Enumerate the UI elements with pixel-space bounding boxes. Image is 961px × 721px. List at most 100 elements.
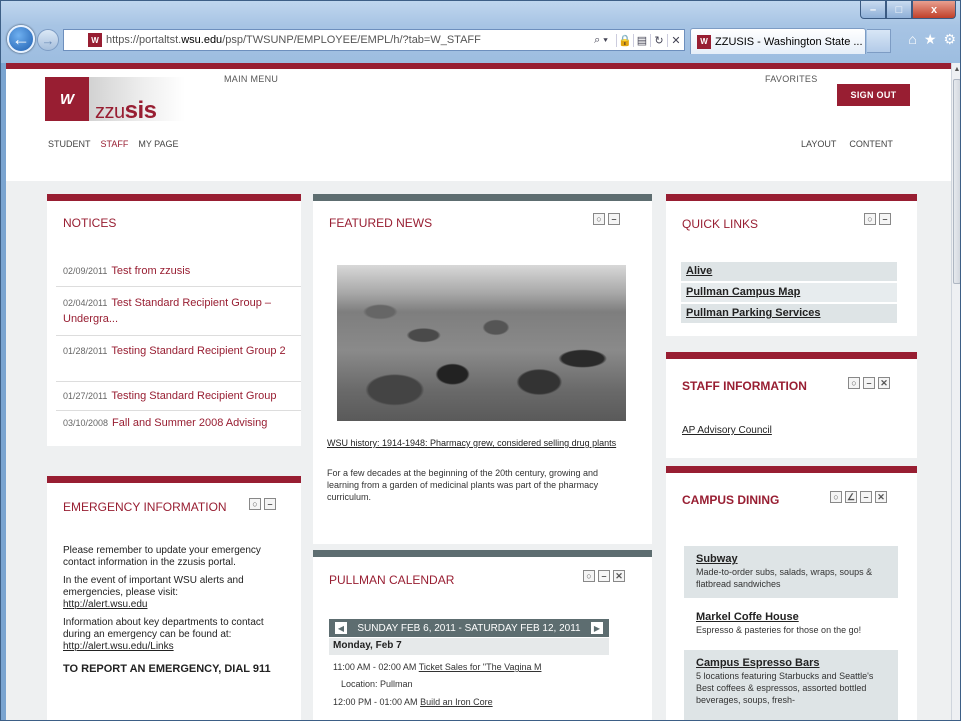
minimize-icon[interactable]: – bbox=[879, 213, 891, 225]
cougar-logo-icon: W bbox=[45, 77, 89, 121]
scroll-up-icon[interactable]: ▲ bbox=[952, 63, 960, 77]
site-favicon-icon: W bbox=[88, 33, 102, 47]
refresh-icon[interactable]: ○ bbox=[583, 570, 595, 582]
calendar-title: PULLMAN CALENDAR bbox=[329, 573, 455, 587]
url-text[interactable]: https://portaltst.wsu.edu/psp/TWSUNP/EMP… bbox=[106, 34, 586, 46]
primary-nav: STUDENT STAFF MY PAGE bbox=[48, 139, 179, 149]
refresh-icon[interactable]: ○ bbox=[593, 213, 605, 225]
scroll-thumb[interactable] bbox=[953, 79, 960, 284]
minimize-button[interactable]: – bbox=[860, 1, 886, 19]
minimize-icon[interactable]: – bbox=[860, 491, 872, 503]
refresh-icon[interactable]: ○ bbox=[249, 498, 261, 510]
minimize-icon[interactable]: – bbox=[863, 377, 875, 389]
alert-links-link[interactable]: http://alert.wsu.edu/Links bbox=[63, 641, 174, 652]
search-dropdown-icon[interactable]: ⌕ ▾ bbox=[586, 34, 616, 47]
dining-item[interactable]: Campus Espresso Bars 5 locations featuri… bbox=[684, 650, 898, 720]
home-icon[interactable]: ⌂ bbox=[908, 31, 916, 48]
settings-gear-icon[interactable]: ⚙ bbox=[943, 31, 956, 48]
address-bar[interactable]: W https://portaltst.wsu.edu/psp/TWSUNP/E… bbox=[63, 29, 685, 51]
nav-my-page[interactable]: MY PAGE bbox=[138, 139, 178, 149]
browser-tab[interactable]: W ZZUSIS - Washington State ... bbox=[690, 28, 866, 54]
stop-icon[interactable]: ✕ bbox=[667, 33, 684, 47]
window-controls: – □ x bbox=[860, 1, 956, 21]
vertical-scrollbar[interactable]: ▲ bbox=[951, 63, 960, 720]
notice-date: 03/10/2008 bbox=[63, 418, 109, 428]
close-icon[interactable]: ✕ bbox=[878, 377, 890, 389]
notice-text[interactable]: Fall and Summer 2008 Advising bbox=[112, 417, 267, 429]
nav-layout[interactable]: LAYOUT bbox=[801, 139, 836, 149]
divider bbox=[56, 335, 301, 336]
quick-link-campus-map[interactable]: Pullman Campus Map bbox=[681, 283, 897, 303]
minimize-icon[interactable]: – bbox=[608, 213, 620, 225]
brand-suffix: SIS bbox=[124, 97, 157, 124]
prev-week-icon[interactable]: ◀ bbox=[335, 622, 347, 634]
forward-button[interactable]: → bbox=[37, 29, 59, 51]
header-bar bbox=[6, 63, 951, 69]
close-icon[interactable]: ✕ bbox=[613, 570, 625, 582]
pagelet-controls: ○ – ✕ bbox=[583, 570, 625, 582]
emergency-title: EMERGENCY INFORMATION bbox=[63, 500, 227, 514]
favorites-link[interactable]: FAVORITES bbox=[765, 74, 818, 84]
nav-content[interactable]: CONTENT bbox=[849, 139, 893, 149]
sign-out-button[interactable]: SIGN OUT bbox=[837, 84, 910, 106]
notices-pagelet: NOTICES 02/09/2011 Test from zzusis 02/04… bbox=[47, 194, 301, 446]
notice-date: 02/09/2011 bbox=[63, 266, 108, 276]
new-tab-button[interactable] bbox=[867, 29, 891, 53]
refresh-icon[interactable]: ○ bbox=[864, 213, 876, 225]
dining-link[interactable]: Subway bbox=[696, 552, 886, 566]
main-menu-link[interactable]: MAIN MENU bbox=[224, 74, 278, 84]
next-week-icon[interactable]: ▶ bbox=[591, 622, 603, 634]
close-icon[interactable]: ✕ bbox=[875, 491, 887, 503]
notice-item[interactable]: 01/28/2011 Testing Standard Recipient Gro… bbox=[63, 343, 301, 377]
ap-advisory-link[interactable]: AP Advisory Council bbox=[682, 425, 772, 436]
calendar-header: ◀ SUNDAY FEB 6, 2011 - SATURDAY FEB 12, … bbox=[329, 619, 609, 637]
edit-icon[interactable]: ∠ bbox=[845, 491, 857, 503]
refresh-icon[interactable]: ○ bbox=[830, 491, 842, 503]
refresh-icon[interactable]: ○ bbox=[848, 377, 860, 389]
notice-item[interactable]: 02/04/2011 Test Standard Recipient Group … bbox=[63, 295, 301, 327]
notice-item[interactable]: 01/27/2011 Testing Standard Recipient Gro… bbox=[63, 388, 301, 404]
dining-link[interactable]: Campus Espresso Bars bbox=[696, 656, 886, 670]
event-link[interactable]: Ticket Sales for "The Vagina M bbox=[419, 662, 542, 672]
lock-icon[interactable]: 🔒 bbox=[616, 33, 633, 47]
notice-text[interactable]: Testing Standard Recipient Group bbox=[111, 390, 276, 402]
campus-dining-title: CAMPUS DINING bbox=[682, 493, 780, 507]
notice-item[interactable]: 02/09/2011 Test from zzusis bbox=[63, 263, 301, 279]
site-logo[interactable]: W ZZUSIS bbox=[45, 77, 185, 124]
close-button[interactable]: x bbox=[912, 1, 956, 19]
staff-information-pagelet: STAFF INFORMATION ○ – ✕ AP Advisory Counci… bbox=[666, 352, 917, 458]
calendar-event: 11:00 AM - 02:00 AM Ticket Sales for "Th… bbox=[333, 661, 613, 673]
browser-chrome: – □ x ← → W https://portaltst.wsu.edu/ps… bbox=[1, 1, 960, 63]
notice-item[interactable]: 03/10/2008 Fall and Summer 2008 Advising bbox=[63, 415, 301, 431]
forward-arrow-icon: → bbox=[41, 32, 55, 48]
refresh-icon[interactable]: ↻ bbox=[650, 33, 667, 47]
news-headline-link[interactable]: WSU history: 1914-1948: Pharmacy grew, c… bbox=[327, 437, 637, 449]
notice-text[interactable]: Test from zzusis bbox=[111, 265, 190, 277]
pagelet-controls: ○ – bbox=[249, 498, 276, 510]
minimize-icon[interactable]: – bbox=[598, 570, 610, 582]
notice-text[interactable]: Testing Standard Recipient Group 2 bbox=[111, 345, 285, 357]
nav-staff[interactable]: STAFF bbox=[101, 139, 129, 149]
dining-link[interactable]: Markel Coffe House bbox=[696, 610, 886, 624]
favorites-star-icon[interactable]: ★ bbox=[924, 31, 937, 48]
nav-student[interactable]: STUDENT bbox=[48, 139, 91, 149]
quick-link-alive[interactable]: Alive bbox=[681, 262, 897, 282]
quick-links-title: QUICK LINKS bbox=[682, 217, 759, 231]
news-photo[interactable] bbox=[337, 265, 626, 421]
dining-item[interactable]: Markel Coffe House Espresso & pasteries … bbox=[684, 604, 898, 644]
emergency-body: Please remember to update your emergency… bbox=[63, 545, 273, 675]
minimize-icon[interactable]: – bbox=[264, 498, 276, 510]
dining-desc: Made-to-order subs, salads, wraps, soups… bbox=[696, 567, 873, 589]
compatibility-icon[interactable]: ▤ bbox=[633, 33, 650, 47]
dining-item[interactable]: Subway Made-to-order subs, salads, wraps… bbox=[684, 546, 898, 598]
event-link[interactable]: Build an Iron Core bbox=[420, 697, 493, 707]
page-content: W ZZUSIS MAIN MENU FAVORITES SIGN OUT ST… bbox=[6, 63, 951, 720]
back-button[interactable]: ← bbox=[7, 25, 35, 53]
alert-link[interactable]: http://alert.wsu.edu bbox=[63, 599, 273, 611]
staff-information-title: STAFF INFORMATION bbox=[682, 379, 807, 393]
layout-nav: LAYOUT CONTENT bbox=[801, 139, 893, 149]
calendar-range: SUNDAY FEB 6, 2011 - SATURDAY FEB 12, 20… bbox=[357, 622, 581, 634]
emergency-text: Information about key departments to con… bbox=[63, 617, 273, 653]
quick-link-parking[interactable]: Pullman Parking Services bbox=[681, 304, 897, 324]
maximize-button[interactable]: □ bbox=[886, 1, 912, 19]
